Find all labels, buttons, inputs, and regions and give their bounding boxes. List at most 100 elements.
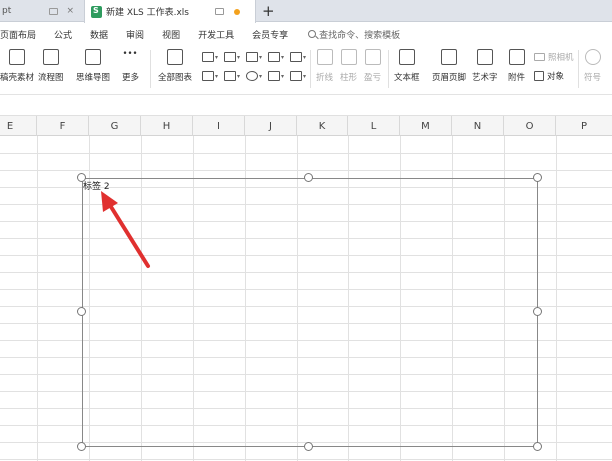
column-chart-button[interactable]: ▾	[202, 51, 222, 63]
tab-current-document[interactable]: 新建 XLS 工作表.xls	[84, 0, 256, 23]
pie-chart-icon	[246, 71, 258, 81]
resize-handle-top-right[interactable]	[533, 173, 542, 182]
ribbon-divider	[578, 50, 579, 88]
ribbon-label: 流程图	[38, 73, 64, 83]
combo-chart-button[interactable]: ▾	[224, 70, 244, 82]
window-icon[interactable]	[215, 8, 224, 15]
column-header[interactable]: H	[141, 116, 193, 136]
grid-row-line	[0, 153, 612, 154]
resize-handle-bottom[interactable]	[304, 442, 313, 451]
more-charts-icon	[290, 71, 302, 81]
ribbon-label: 折线	[316, 73, 334, 83]
dropdown-arrow-icon: ▾	[303, 53, 307, 61]
menu-review[interactable]: 审阅	[126, 28, 144, 41]
column-header[interactable]: J	[245, 116, 297, 136]
dropdown-arrow-icon: ▾	[303, 72, 307, 80]
resize-handle-bottom-left[interactable]	[77, 442, 86, 451]
radar-chart-button[interactable]: ▾	[268, 51, 288, 63]
search-icon	[308, 30, 317, 38]
textbox-icon	[398, 49, 415, 65]
ribbon-label: 稿壳素材	[0, 73, 35, 83]
ribbon-materials-button[interactable]: 稿壳素材	[0, 49, 34, 83]
window-icon[interactable]	[49, 7, 59, 15]
sparkline-winloss-icon	[364, 49, 381, 65]
radar-chart-icon	[268, 52, 280, 62]
column-header[interactable]: K	[297, 116, 348, 136]
ribbon-toolbar: 稿壳素材 流程图 思维导图 ••• 更多 全部图表 ▾ ▾ ▾ ▾ ▾ ▾ ▾ …	[0, 45, 612, 95]
symbol-button[interactable]: 符号	[584, 49, 601, 83]
sparkline-column-button[interactable]: 柱形	[340, 49, 357, 83]
header-footer-button[interactable]: 页眉页脚	[432, 49, 466, 83]
ribbon-label: 附件	[508, 73, 526, 83]
ribbon-label: 符号	[584, 73, 602, 83]
ribbon-label: 盈亏	[364, 73, 382, 83]
ribbon-label: 照相机	[548, 53, 574, 63]
resize-handle-left[interactable]	[77, 307, 86, 316]
resize-handle-bottom-right[interactable]	[533, 442, 542, 451]
dropdown-arrow-icon: ▾	[281, 72, 285, 80]
dropdown-arrow-icon: ▾	[215, 53, 219, 61]
ribbon-flowchart-button[interactable]: 流程图	[38, 49, 64, 83]
ribbon-all-charts-button[interactable]: 全部图表	[158, 49, 192, 83]
bar-chart-button[interactable]: ▾	[224, 51, 244, 63]
wordart-button[interactable]: 艺术字	[472, 49, 498, 83]
ribbon-label: 对象	[547, 72, 565, 82]
sparkline-winloss-button[interactable]: 盈亏	[364, 49, 381, 83]
tab-previous-document[interactable]: pt ×	[0, 0, 80, 22]
label-textbox[interactable]	[82, 178, 538, 447]
label-text[interactable]: 标签 2	[82, 179, 110, 192]
close-icon[interactable]: ×	[66, 6, 74, 16]
more-charts-button[interactable]: ▾	[290, 70, 310, 82]
new-tab-button[interactable]: +	[262, 1, 275, 21]
dropdown-arrow-icon: ▾	[281, 53, 285, 61]
command-search[interactable]: 查找命令、搜索模板	[308, 28, 400, 41]
column-header[interactable]: M	[400, 116, 452, 136]
menu-developer[interactable]: 开发工具	[198, 28, 234, 41]
resize-handle-top-left[interactable]	[77, 173, 86, 182]
stock-chart-button[interactable]: ▾	[290, 51, 310, 63]
grid-column-line	[37, 136, 38, 461]
grid-column-line	[556, 136, 557, 461]
line-chart-button[interactable]: ▾	[246, 51, 266, 63]
column-header[interactable]: O	[504, 116, 556, 136]
ribbon-label: 艺术字	[472, 73, 498, 83]
menu-page-layout[interactable]: 页面布局	[0, 28, 36, 41]
pie-chart-button[interactable]: ▾	[246, 70, 266, 82]
scatter-chart-button[interactable]: ▾	[268, 70, 288, 82]
ribbon-more-button[interactable]: ••• 更多	[122, 49, 139, 83]
sparkline-column-icon	[340, 49, 357, 65]
resize-handle-right[interactable]	[533, 307, 542, 316]
chart-types-grid: ▾ ▾ ▾ ▾ ▾ ▾ ▾ ▾ ▾ ▾	[202, 49, 306, 85]
resize-handle-top[interactable]	[304, 173, 313, 182]
column-header[interactable]: N	[452, 116, 504, 136]
object-icon	[534, 71, 544, 81]
ribbon-divider	[310, 50, 311, 88]
column-header[interactable]: E	[0, 116, 37, 136]
column-header[interactable]: P	[556, 116, 612, 136]
menu-data[interactable]: 数据	[90, 28, 108, 41]
formula-bar[interactable]	[0, 96, 612, 116]
menu-view[interactable]: 视图	[162, 28, 180, 41]
column-header[interactable]: G	[89, 116, 141, 136]
column-header[interactable]: L	[348, 116, 400, 136]
bar-chart-icon	[224, 52, 236, 62]
tab-title: 新建 XLS 工作表.xls	[106, 8, 189, 18]
menu-formulas[interactable]: 公式	[54, 28, 72, 41]
object-button[interactable]: 对象	[534, 70, 564, 82]
dropdown-arrow-icon: ▾	[215, 72, 219, 80]
area-chart-button[interactable]: ▾	[202, 70, 222, 82]
ribbon-mindmap-button[interactable]: 思维导图	[76, 49, 110, 83]
menu-member[interactable]: 会员专享	[252, 28, 288, 41]
flowchart-icon	[42, 49, 59, 65]
bar-chart-icon	[167, 49, 183, 65]
sparkline-line-button[interactable]: 折线	[316, 49, 333, 83]
dropdown-arrow-icon: ▾	[259, 53, 263, 61]
header-footer-icon	[441, 49, 457, 65]
column-header[interactable]: I	[193, 116, 245, 136]
grid-row-line	[0, 459, 612, 460]
column-header[interactable]: F	[37, 116, 89, 136]
textbox-button[interactable]: 文本框	[394, 49, 420, 83]
attachment-button[interactable]: 附件	[508, 49, 525, 83]
camera-button[interactable]: 照相机	[534, 51, 574, 63]
combo-chart-icon	[224, 71, 236, 81]
